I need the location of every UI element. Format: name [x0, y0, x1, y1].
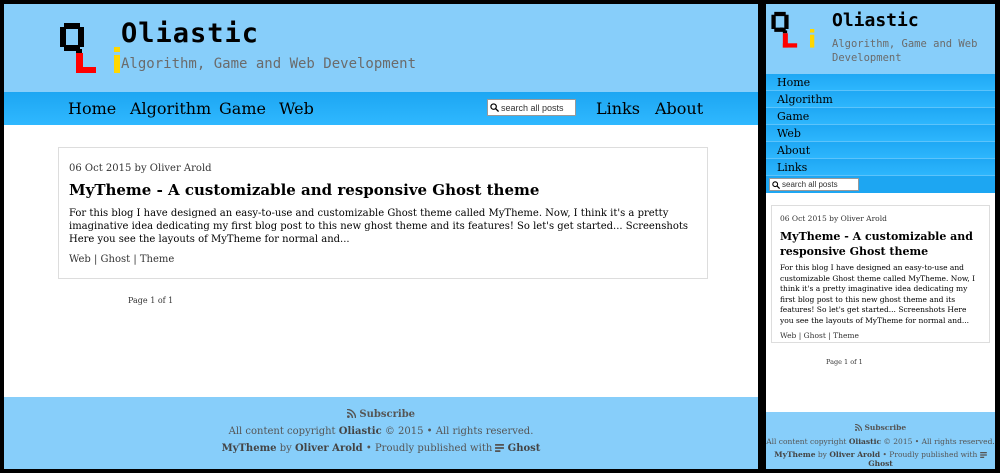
mobile-subscribe-link[interactable]: Subscribe [766, 412, 995, 432]
subscribe-label: Subscribe [359, 409, 416, 420]
mobile-theme-author-link[interactable]: Oliver Arold [829, 450, 880, 459]
mobile-theme-by: by [817, 450, 827, 459]
copyright-prefix: All content copyright [228, 426, 336, 437]
mobile-nav: Home Algorithm Game Web About Links [766, 74, 995, 193]
mobile-site-subtitle: Algorithm, Game and Web Development [832, 38, 978, 64]
main-nav: Home Algorithm Game Web Links About [4, 92, 758, 125]
nav-links[interactable]: Links [596, 99, 640, 118]
theme-link[interactable]: MyTheme [222, 443, 277, 454]
mobile-search-input[interactable] [782, 180, 857, 189]
mobile-nav-links[interactable]: Links [766, 159, 995, 176]
post-by: by [134, 163, 147, 174]
mobile-nav-home[interactable]: Home [766, 74, 995, 91]
mobile-post-by: by [829, 214, 839, 223]
tag-web[interactable]: Web [69, 254, 91, 265]
ghost-link[interactable]: Ghost [508, 443, 541, 454]
post-author[interactable]: Oliver Arold [150, 163, 212, 174]
main-content: 06 Oct 2015 by Oliver Arold MyTheme - A … [4, 125, 758, 397]
published-line: MyTheme by Oliver Arold • Proudly publis… [4, 443, 758, 454]
mobile-subscribe-label: Subscribe [864, 423, 907, 432]
mobile-post-author[interactable]: Oliver Arold [841, 214, 887, 223]
search-input[interactable] [501, 102, 573, 113]
site-logo-icon[interactable] [58, 19, 128, 75]
mobile-published-line: MyTheme by Oliver Arold • Proudly publis… [766, 450, 995, 468]
site-header: Oliastic Algorithm, Game and Web Develop… [4, 4, 758, 92]
nav-about[interactable]: About [655, 99, 703, 118]
mobile-theme-link[interactable]: MyTheme [774, 450, 815, 459]
mobile-site-title[interactable]: Oliastic [832, 10, 919, 31]
ghost-icon [495, 444, 505, 452]
mobile-search-box[interactable] [769, 178, 859, 191]
post-tags: Web | Ghost | Theme [69, 254, 175, 265]
tag-ghost[interactable]: Ghost [101, 254, 131, 265]
mobile-post-meta: 06 Oct 2015 by Oliver Arold [780, 214, 981, 223]
mobile-nav-game[interactable]: Game [766, 108, 995, 125]
mobile-search-row [766, 176, 995, 193]
post-meta: 06 Oct 2015 by Oliver Arold [69, 163, 697, 174]
mobile-nav-web[interactable]: Web [766, 125, 995, 142]
mobile-pagination: Page 1 of 1 [826, 358, 863, 366]
nav-game[interactable]: Game [219, 99, 266, 118]
rss-icon [346, 409, 356, 418]
site-subtitle: Algorithm, Game and Web Development [121, 56, 417, 72]
mobile-published-prefix: • Proudly published with [882, 450, 978, 459]
mobile-post-date: 06 Oct 2015 [780, 214, 827, 223]
nav-home[interactable]: Home [68, 99, 116, 118]
mobile-tag-ghost[interactable]: Ghost [804, 331, 826, 340]
mobile-ghost-icon [979, 452, 987, 458]
mobile-post-title[interactable]: MyTheme - A customizable and responsive … [780, 229, 981, 259]
subscribe-link[interactable]: Subscribe [4, 397, 758, 420]
mobile-tag-theme[interactable]: Theme [833, 331, 859, 340]
post-excerpt: For this blog I have designed an easy-to… [69, 208, 688, 245]
mobile-post-card: 06 Oct 2015 by Oliver Arold MyTheme - A … [771, 205, 990, 343]
theme-author-link[interactable]: Oliver Arold [295, 443, 363, 454]
mobile-post-tags: Web | Ghost | Theme [780, 331, 859, 340]
mobile-site-logo-icon[interactable] [770, 9, 820, 49]
mobile-copyright-brand-link[interactable]: Oliastic [849, 437, 881, 446]
mobile-tag-web[interactable]: Web [780, 331, 796, 340]
nav-algorithm[interactable]: Algorithm [130, 99, 211, 118]
mobile-copyright-line: All content copyright Oliastic © 2015 • … [766, 437, 995, 446]
mobile-nav-about[interactable]: About [766, 142, 995, 159]
mobile-view: Oliastic Algorithm, Game and Web Develop… [766, 4, 995, 469]
tag-theme[interactable]: Theme [140, 254, 174, 265]
published-prefix: • Proudly published with [365, 443, 493, 454]
search-box[interactable] [487, 99, 576, 116]
mobile-main-content: 06 Oct 2015 by Oliver Arold MyTheme - A … [766, 193, 995, 412]
search-icon [490, 103, 499, 112]
post-title[interactable]: MyTheme - A customizable and responsive … [69, 181, 697, 199]
post-card: 06 Oct 2015 by Oliver Arold MyTheme - A … [58, 147, 708, 279]
copyright-line: All content copyright Oliastic © 2015 • … [4, 426, 758, 437]
mobile-rss-icon [854, 424, 862, 431]
mobile-copyright-suffix: © 2015 • All rights reserved. [883, 437, 995, 446]
mobile-post-excerpt: For this blog I have designed an easy-to… [780, 263, 976, 325]
site-title[interactable]: Oliastic [121, 18, 259, 49]
mobile-copyright-prefix: All content copyright [766, 437, 847, 446]
desktop-view: Oliastic Algorithm, Game and Web Develop… [4, 4, 758, 469]
site-footer: Subscribe All content copyright Oliastic… [4, 397, 758, 469]
mobile-nav-algorithm[interactable]: Algorithm [766, 91, 995, 108]
mobile-site-header: Oliastic Algorithm, Game and Web Develop… [766, 4, 995, 74]
copyright-suffix: © 2015 • All rights reserved. [384, 426, 534, 437]
mobile-search-icon [772, 180, 780, 189]
mobile-ghost-link[interactable]: Ghost [868, 459, 893, 468]
theme-by: by [279, 443, 292, 454]
post-date: 06 Oct 2015 [69, 163, 132, 174]
copyright-brand-link[interactable]: Oliastic [339, 426, 382, 437]
pagination: Page 1 of 1 [128, 296, 174, 305]
mobile-site-footer: Subscribe All content copyright Oliastic… [766, 412, 995, 469]
nav-web[interactable]: Web [279, 99, 314, 118]
